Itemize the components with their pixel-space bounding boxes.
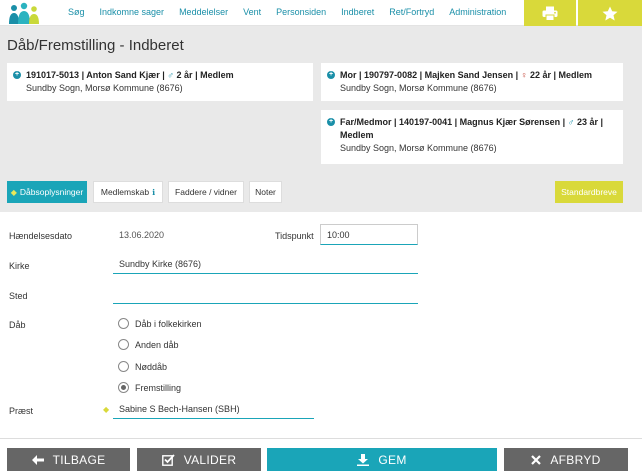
person-header: Dåb/Fremstilling - Indberet + 191017-501… bbox=[0, 26, 642, 174]
time-field[interactable]: 10:00 bbox=[320, 224, 418, 245]
event-date-value: 13.06.2020 bbox=[113, 225, 213, 245]
expand-icon[interactable]: + bbox=[327, 71, 335, 79]
nav-item-personsiden[interactable]: Personsiden bbox=[276, 7, 326, 17]
page-title: Dåb/Fremstilling - Indberet bbox=[7, 37, 184, 54]
radio-button-selected[interactable] bbox=[118, 382, 129, 393]
nav-item-indberet[interactable]: Indberet bbox=[341, 7, 374, 17]
radio-fremstilling[interactable]: Fremstilling bbox=[118, 382, 181, 393]
close-icon bbox=[531, 454, 542, 465]
church-label: Kirke bbox=[9, 261, 30, 271]
tab-faddere-vidner[interactable]: Faddere / vidner bbox=[168, 181, 244, 203]
radio-button[interactable] bbox=[118, 339, 129, 350]
back-button[interactable]: TILBAGE bbox=[7, 448, 130, 471]
place-label: Sted bbox=[9, 291, 28, 301]
radio-button[interactable] bbox=[118, 318, 129, 329]
priest-label: Præst bbox=[9, 406, 34, 416]
child-name: Anton Sand Kjær bbox=[86, 70, 160, 80]
child-status: Medlem bbox=[200, 70, 234, 80]
radio-button[interactable] bbox=[118, 361, 129, 372]
info-icon: ℹ bbox=[152, 187, 156, 197]
checkbox-check-icon bbox=[161, 453, 175, 466]
nav-item-indkomne-sager[interactable]: Indkomne sager bbox=[100, 7, 165, 17]
father-status: Medlem bbox=[340, 130, 374, 140]
printer-icon bbox=[542, 6, 558, 21]
nav-item-ret-fortryd[interactable]: Ret/Fortryd bbox=[389, 7, 434, 17]
daab-label: Dåb bbox=[9, 320, 26, 330]
tab-bar: ◆ Dåbsoplysninger Medlemskab ℹ Faddere /… bbox=[0, 174, 642, 212]
nav-item-meddelelser[interactable]: Meddelelser bbox=[179, 7, 228, 17]
mother-age: 22 år bbox=[529, 70, 551, 80]
expand-icon[interactable]: + bbox=[327, 118, 335, 126]
radio-anden-daab[interactable]: Anden dåb bbox=[118, 339, 179, 350]
father-name: Magnus Kjær Sørensen bbox=[459, 117, 561, 127]
father-role: Far/Medmor bbox=[340, 117, 392, 127]
father-location: Sundby Sogn, Morsø Kommune (8676) bbox=[340, 143, 497, 153]
mother-name: Majken Sand Jensen bbox=[424, 70, 514, 80]
standardbreve-button[interactable]: Standardbreve bbox=[555, 181, 623, 203]
radio-noeddaab[interactable]: Nøddåb bbox=[118, 361, 167, 372]
male-icon: ♂ bbox=[167, 70, 175, 80]
radio-daab-i-folkekirken[interactable]: Dåb i folkekirken bbox=[118, 318, 202, 329]
arrow-left-icon bbox=[31, 454, 44, 465]
place-field[interactable] bbox=[113, 284, 418, 304]
validate-button[interactable]: VALIDER bbox=[137, 448, 261, 471]
cancel-button[interactable]: AFBRYD bbox=[504, 448, 628, 471]
divider bbox=[0, 438, 642, 439]
mother-cpr: 190797-0082 bbox=[364, 70, 418, 80]
time-label: Tidspunkt bbox=[275, 231, 314, 241]
tab-noter[interactable]: Noter bbox=[249, 181, 282, 203]
tab-medlemskab[interactable]: Medlemskab ℹ bbox=[93, 181, 163, 203]
nav-item-vent[interactable]: Vent bbox=[243, 7, 261, 17]
required-dot-icon: ◆ bbox=[10, 187, 17, 197]
female-icon: ♀ bbox=[520, 70, 528, 80]
top-navigation: Søg Indkomne sager Meddelelser Vent Pers… bbox=[0, 0, 642, 26]
child-age: 2 år bbox=[176, 70, 193, 80]
required-dot-icon: ◆ bbox=[103, 405, 110, 414]
mother-role: Mor bbox=[340, 70, 357, 80]
priest-field[interactable]: Sabine S Bech-Hansen (SBH) bbox=[113, 399, 314, 419]
father-age: 23 år bbox=[576, 117, 598, 127]
expand-icon[interactable]: + bbox=[13, 71, 21, 79]
tab-daabsoplysninger[interactable]: ◆ Dåbsoplysninger bbox=[7, 181, 87, 203]
nav-item-administration[interactable]: Administration bbox=[449, 7, 506, 17]
mother-card[interactable]: + Mor | 190797-0082 | Majken Sand Jensen… bbox=[321, 63, 623, 101]
father-cpr: 140197-0041 bbox=[399, 117, 453, 127]
event-date-label: Hændelsesdato bbox=[9, 231, 73, 241]
favorite-button[interactable] bbox=[578, 0, 642, 26]
church-field[interactable]: Sundby Kirke (8676) bbox=[113, 254, 418, 274]
mother-status: Medlem bbox=[558, 70, 593, 80]
nav-item-soeg[interactable]: Søg bbox=[68, 7, 85, 17]
main-nav: Søg Indkomne sager Meddelelser Vent Pers… bbox=[68, 7, 521, 17]
father-card[interactable]: + Far/Medmor | 140197-0041 | Magnus Kjær… bbox=[321, 110, 623, 164]
mother-location: Sundby Sogn, Morsø Kommune (8676) bbox=[340, 83, 497, 93]
child-location: Sundby Sogn, Morsø Kommune (8676) bbox=[26, 83, 183, 93]
child-cpr: 191017-5013 bbox=[26, 70, 80, 80]
male-icon: ♂ bbox=[567, 117, 575, 127]
logo-icon[interactable] bbox=[6, 2, 42, 25]
save-button[interactable]: GEM bbox=[267, 448, 497, 471]
download-icon bbox=[357, 453, 370, 466]
child-card[interactable]: + 191017-5013 | Anton Sand Kjær | ♂ 2 år… bbox=[7, 63, 313, 101]
print-button[interactable] bbox=[524, 0, 576, 26]
star-icon bbox=[602, 6, 618, 20]
